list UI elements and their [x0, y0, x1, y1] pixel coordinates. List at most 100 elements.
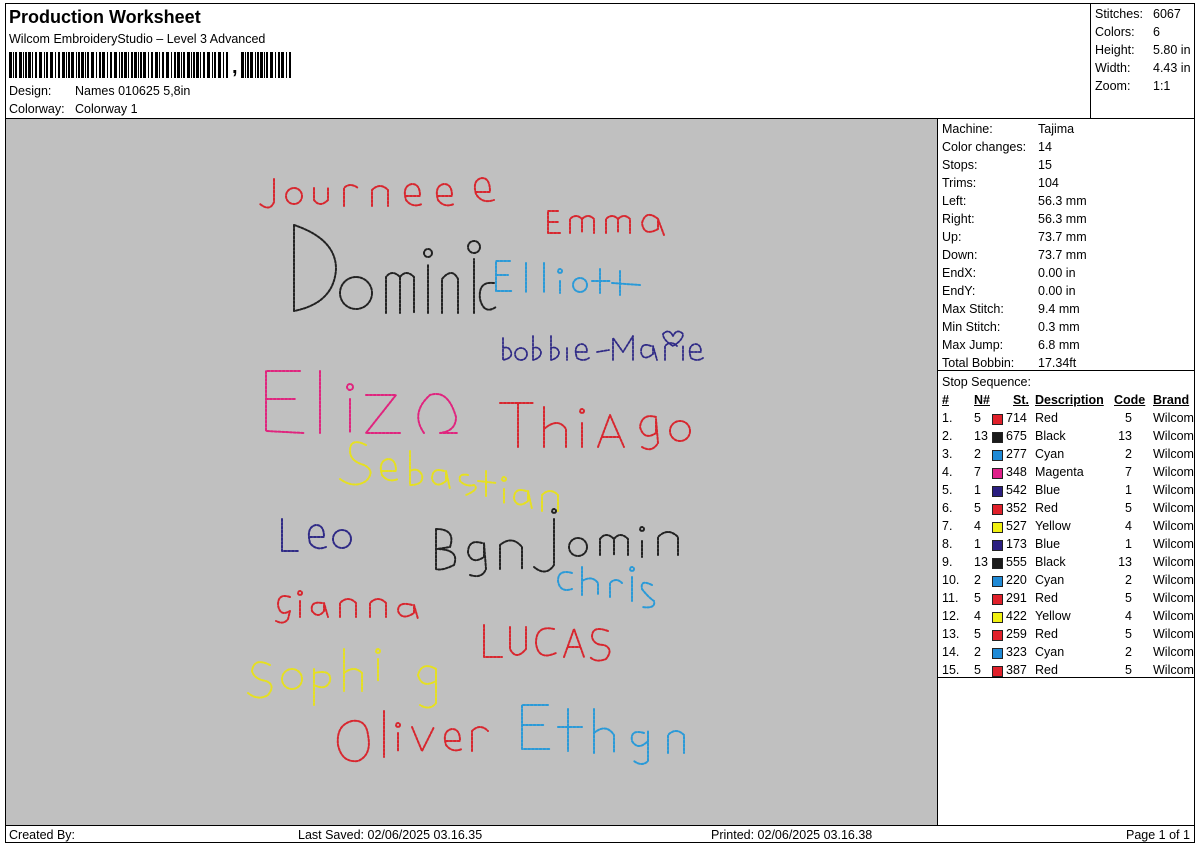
- machine-row-label: Machine:: [942, 122, 993, 136]
- stop-code: 2: [1125, 645, 1132, 659]
- machine-row-value: 15: [1038, 158, 1052, 172]
- stop-sequence: Stop Sequence: # N# St. Description Code…: [938, 371, 1194, 678]
- barcode-bar: [278, 52, 280, 78]
- page-title: Production Worksheet: [9, 7, 201, 27]
- stop-num: 10.: [942, 573, 960, 587]
- stop-description: Red: [1035, 663, 1058, 677]
- stop-brand: Wilcom: [1153, 591, 1194, 605]
- stop-brand: Wilcom: [1153, 501, 1194, 515]
- barcode-bar: [286, 52, 287, 78]
- color-swatch: [992, 504, 1003, 515]
- machine-row-label: Right:: [942, 212, 975, 226]
- design-name: [557, 566, 656, 609]
- machine-row-label: Min Stitch:: [942, 320, 1001, 334]
- stop-description: Blue: [1035, 537, 1061, 551]
- stop-row: 8. 1 173 Blue 1 Wilcom: [938, 537, 1194, 555]
- stop-description: Magenta: [1035, 465, 1084, 479]
- machine-row: Left: 56.3 mm: [942, 194, 1087, 212]
- color-swatch: [992, 540, 1003, 551]
- stop-needle: 2: [974, 447, 981, 461]
- barcode-bar: [223, 52, 224, 78]
- color-swatch: [992, 414, 1003, 425]
- color-swatch: [992, 594, 1003, 605]
- design-value: Names 010625 5,8in: [75, 84, 191, 98]
- barcode-bar: [214, 52, 216, 78]
- stop-description: Blue: [1035, 483, 1061, 497]
- barcode-bar: [183, 52, 185, 78]
- stop-needle: 5: [974, 663, 981, 677]
- stop-num: 11.: [942, 591, 959, 605]
- machine-row: Max Jump: 6.8 mm: [942, 338, 1080, 356]
- worksheet-footer: Created By: Last Saved: 02/06/2025 03.16…: [6, 825, 1194, 843]
- barcode-bar: [193, 52, 195, 78]
- machine-row: Stops: 15: [942, 158, 1052, 176]
- barcode-bar: [44, 52, 45, 78]
- stop-sequence-columns: # N# St. Description Code Brand: [938, 393, 1194, 411]
- barcode-bar: [62, 52, 65, 78]
- stop-needle: 2: [974, 645, 981, 659]
- stop-row: 7. 4 527 Yellow 4 Wilcom: [938, 519, 1194, 537]
- stop-row: 10. 2 220 Cyan 2 Wilcom: [938, 573, 1194, 591]
- stop-num: 8.: [942, 537, 953, 551]
- stop-description: Yellow: [1035, 609, 1071, 623]
- col-needle: N#: [974, 393, 990, 407]
- page-number: Page 1 of 1: [1126, 828, 1190, 842]
- stop-needle: 5: [974, 501, 981, 515]
- created-by: Created By:: [9, 828, 76, 842]
- machine-row: Right: 56.3 mm: [942, 212, 1087, 230]
- stop-row: 3. 2 277 Cyan 2 Wilcom: [938, 447, 1194, 465]
- height-row: Height: 5.80 in: [1095, 43, 1191, 61]
- stop-description: Red: [1035, 627, 1058, 641]
- color-swatch: [992, 630, 1003, 641]
- stop-description: Yellow: [1035, 519, 1071, 533]
- machine-row-value: Tajima: [1038, 122, 1075, 136]
- design-preview[interactable]: [6, 119, 938, 825]
- stop-num: 9.: [942, 555, 953, 569]
- barcode-bar: [119, 52, 120, 78]
- barcode-bar: [264, 52, 265, 78]
- colors-label: Colors:: [1095, 25, 1135, 39]
- barcode-bar: [250, 52, 253, 78]
- height-value: 5.80 in: [1153, 43, 1191, 57]
- production-worksheet: Production Worksheet Wilcom EmbroiderySt…: [5, 3, 1195, 843]
- barcode-bar: [32, 52, 33, 78]
- barcode-bar: [96, 52, 97, 78]
- stop-description: Red: [1035, 591, 1058, 605]
- barcode-bar: [140, 52, 142, 78]
- barcode-bar: [245, 52, 246, 78]
- stop-code: 5: [1125, 501, 1132, 515]
- col-num: #: [942, 393, 949, 407]
- machine-row-label: EndX:: [942, 266, 977, 280]
- stop-stitches: 714: [1006, 411, 1027, 425]
- stop-stitches: 323: [1006, 645, 1027, 659]
- stop-code: 7: [1125, 465, 1132, 479]
- stop-stitches: 387: [1006, 663, 1027, 677]
- barcode-suffix: ,: [232, 56, 238, 78]
- barcode-bar: [155, 52, 158, 78]
- stop-num: 14.: [942, 645, 960, 659]
- color-swatch: [992, 558, 1003, 569]
- color-swatch: [992, 486, 1003, 497]
- machine-row-label: Max Jump:: [942, 338, 1004, 352]
- barcode-bar: [85, 52, 86, 78]
- stop-num: 1.: [942, 411, 953, 425]
- barcode-bar: [87, 52, 89, 78]
- barcode-bar: [266, 52, 268, 78]
- barcode-bar: [55, 52, 56, 78]
- barcode-bar: [78, 52, 80, 78]
- barcode-bar: [203, 52, 205, 78]
- barcode-bar: [257, 52, 259, 78]
- barcode-bar: [151, 52, 153, 78]
- stop-num: 2.: [942, 429, 953, 443]
- stop-code: 2: [1125, 447, 1132, 461]
- barcode-bar: [281, 52, 284, 78]
- width-row: Width: 4.43 in: [1095, 61, 1191, 79]
- barcode-bar: [121, 52, 123, 78]
- design-name: [336, 710, 489, 763]
- barcode-bar: [241, 52, 244, 78]
- printed-date: Printed: 02/06/2025 03.16.38: [711, 828, 873, 842]
- machine-row-value: 104: [1038, 176, 1059, 190]
- stop-needle: 2: [974, 573, 981, 587]
- barcode-bar: [81, 52, 84, 78]
- barcode-bar: [181, 52, 182, 78]
